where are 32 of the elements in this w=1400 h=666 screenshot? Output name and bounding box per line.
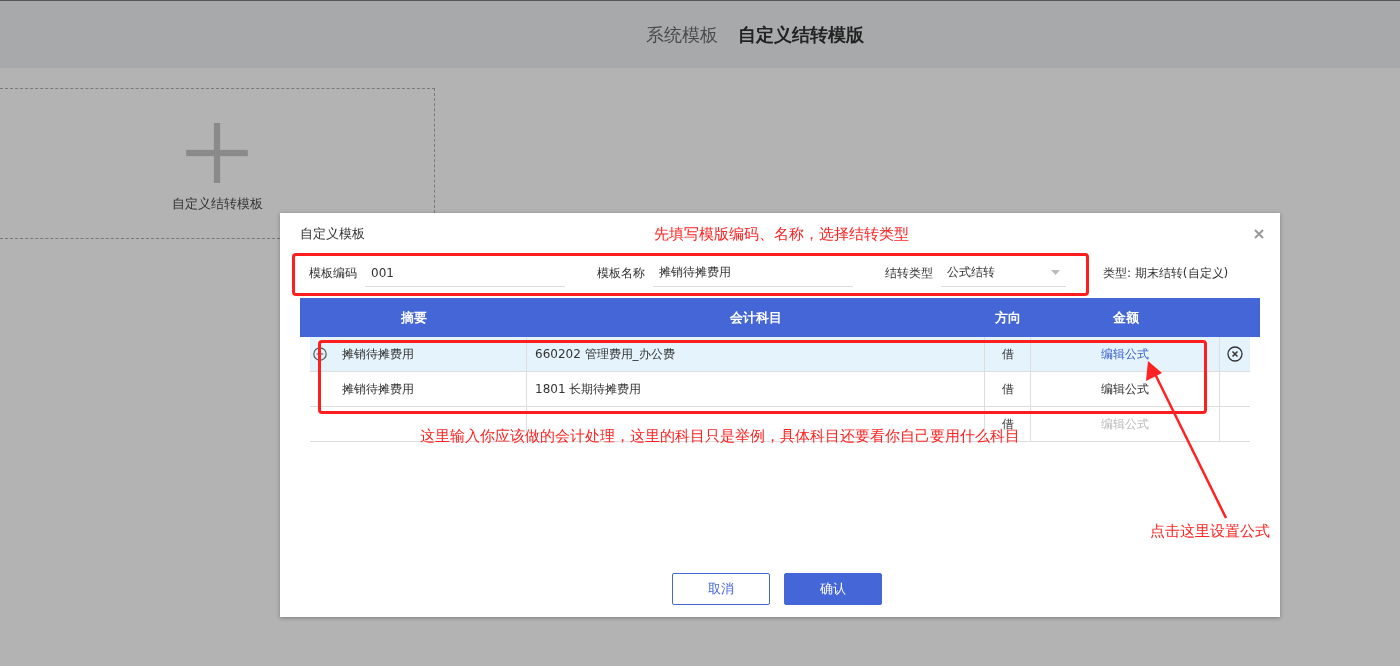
type-note: 类型: 期末结转(自定义) [1103, 264, 1229, 282]
card-label: 自定义结转模板 [171, 195, 263, 213]
annotation-text: 点击这里设置公式 [1150, 522, 1270, 541]
input-field[interactable]: 001 [365, 259, 565, 287]
confirm-button[interactable]: 确认 [784, 573, 882, 605]
field-label: 结转类型 [885, 264, 933, 282]
caret-icon [1051, 270, 1060, 275]
table-cell: 摊销待摊费用 [342, 380, 414, 398]
table-cell: 660202 管理费用_办公费 [535, 345, 675, 363]
field-label: 模板名称 [597, 264, 645, 282]
column-header: 摘要 [399, 308, 428, 327]
table-cell: 1801 长期待摊费用 [535, 380, 642, 398]
column-header: 方向 [994, 308, 1022, 327]
dialog-title: 自定义模板 [300, 225, 365, 243]
cancel-button[interactable]: 取消 [672, 573, 770, 605]
input-field[interactable]: 摊销待摊费用 [653, 259, 853, 287]
close-icon[interactable] [1254, 229, 1264, 239]
table-cell: 摊销待摊费用 [342, 345, 414, 363]
delete-row-icon[interactable] [1227, 346, 1243, 362]
edit-formula-link[interactable]: 编辑公式 [1101, 380, 1149, 398]
table-cell: 借 [1001, 345, 1014, 363]
select-field[interactable]: 公式结转 [941, 259, 1066, 287]
table-cell-text: 借 [1001, 415, 1014, 431]
tab[interactable]: 系统模板 [646, 22, 718, 47]
field-label: 模板编码 [309, 264, 357, 282]
table-cell: 借 [1001, 380, 1014, 398]
annotation-text: 先填写模版编码、名称，选择结转类型 [654, 225, 909, 244]
add-row-icon[interactable] [313, 347, 327, 361]
column-header: 金额 [1111, 308, 1140, 327]
tab[interactable]: 自定义结转模版 [738, 22, 864, 47]
column-header: 会计科目 [729, 308, 783, 327]
edit-formula-link[interactable]: 编辑公式 [1101, 345, 1149, 363]
